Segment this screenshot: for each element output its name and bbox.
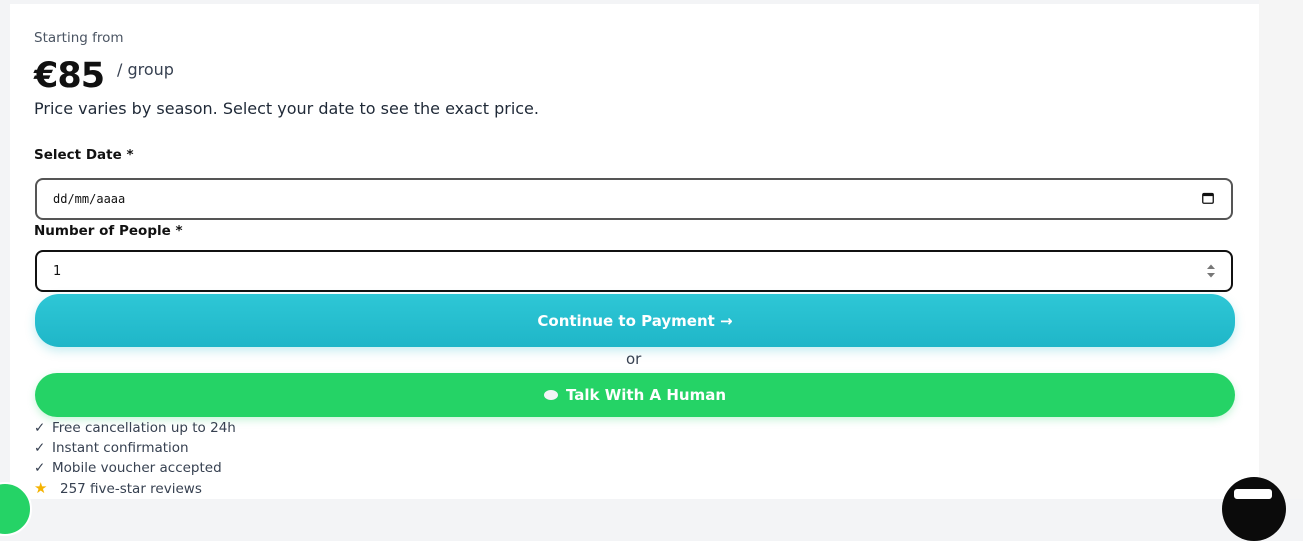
check-icon: ✓ <box>34 460 46 476</box>
date-placeholder: dd/mm/aaaa <box>53 192 126 206</box>
star-icon: ★ <box>34 479 48 497</box>
speech-bubble-icon <box>543 390 558 400</box>
feature-item: ✓ Mobile voucher accepted <box>34 458 236 478</box>
price-value: €85 <box>34 56 105 96</box>
continue-to-payment-label: Continue to Payment → <box>537 311 733 330</box>
feature-list: ✓ Free cancellation up to 24h ✓ Instant co… <box>34 418 236 499</box>
people-value: 1 <box>53 263 62 279</box>
check-icon: ✓ <box>34 440 46 456</box>
number-spinner-icon[interactable] <box>1206 263 1216 279</box>
or-separator: or <box>626 350 642 368</box>
feature-text: Mobile voucher accepted <box>52 460 222 476</box>
reviews-item: ★ 257 five-star reviews <box>34 478 236 499</box>
price-note: Price varies by season. Select your date… <box>34 99 539 118</box>
starting-from-label: Starting from <box>34 30 124 46</box>
talk-with-a-human-button[interactable]: Talk With A Human <box>35 373 1235 417</box>
chat-icon <box>1234 489 1272 499</box>
people-input[interactable]: 1 <box>35 250 1233 292</box>
date-input[interactable]: dd/mm/aaaa <box>35 178 1233 220</box>
people-label: Number of People * <box>34 223 183 239</box>
feature-text: Free cancellation up to 24h <box>52 420 236 436</box>
calendar-icon[interactable] <box>1202 192 1214 204</box>
price-unit: / group <box>117 60 174 79</box>
date-label: Select Date * <box>34 147 134 163</box>
feature-text: Instant confirmation <box>52 440 189 456</box>
continue-to-payment-button[interactable]: Continue to Payment → <box>35 294 1235 347</box>
page-background-strip <box>1259 0 1303 499</box>
feature-item: ✓ Instant confirmation <box>34 438 236 458</box>
feature-item: ✓ Free cancellation up to 24h <box>34 418 236 438</box>
talk-with-a-human-label: Talk With A Human <box>565 386 726 404</box>
check-icon: ✓ <box>34 420 46 436</box>
booking-card: Starting from €85 / group Price varies b… <box>10 4 1259 499</box>
reviews-text: 257 five-star reviews <box>60 481 202 497</box>
chat-widget-button[interactable] <box>1222 477 1286 541</box>
